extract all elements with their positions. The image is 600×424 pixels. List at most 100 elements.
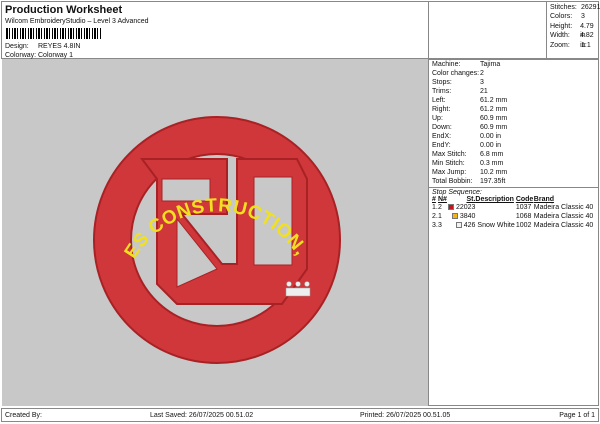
property-value: 60.9 mm <box>480 115 508 122</box>
colorway: Colorway: Colorway 1 <box>5 52 73 59</box>
property-label: EndY: <box>432 142 451 149</box>
needle-number: 2 <box>438 204 442 211</box>
property-row: Right: 61.2 mm <box>432 105 595 114</box>
thread-brand: Madeira Classic 40 <box>533 213 594 220</box>
stitch-count: 22023 <box>447 203 475 212</box>
property-value: 10.2 mm <box>480 169 508 176</box>
stat-label: Colors: <box>550 13 573 21</box>
property-row: Left: 61.2 mm <box>432 96 595 105</box>
column-header: Code <box>515 196 534 203</box>
property-label: Trims: <box>432 88 452 95</box>
properties-panel: Machine: Tajima Color changes: 2 Stops: 3 Trim… <box>428 59 599 406</box>
stat-row: Stitches: 26291 <box>550 3 600 12</box>
property-value: 0.3 mm <box>480 160 504 167</box>
table-row: 1. 2 22023 1037 Madeira Classic 40 <box>432 203 595 212</box>
property-value: 60.9 mm <box>480 124 508 131</box>
page-number: Page 1 of 1 <box>559 411 595 419</box>
property-label: Machine: <box>432 61 461 68</box>
design-name: Design: REYES 4.8IN <box>5 43 80 50</box>
thread-code: 1037 <box>515 204 532 211</box>
color-swatch <box>451 213 458 220</box>
colorway-label: Colorway: <box>5 52 37 59</box>
stitch-value: 3840 <box>459 213 476 220</box>
footer: Created By: Last Saved: 26/07/2025 00.51… <box>1 408 599 422</box>
design-canvas: REYES CONSTRUCTION, LLC <box>0 43 428 406</box>
thread-brand: Madeira Classic 40 <box>533 204 594 211</box>
stop-sequence: Stop Sequence: # N# St. Description Code Bran… <box>429 187 598 231</box>
property-row: EndY: 0.00 in <box>432 141 595 150</box>
stats-box: Stitches: 26291 Colors: 3 Height: 4.79 in Widt… <box>428 1 600 59</box>
property-value: 21 <box>480 88 488 95</box>
stop-sequence-table: # N# St. Description Code Brand 1. 2 22023 1037 Ma… <box>432 196 595 230</box>
property-row: Trims: 21 <box>432 87 595 96</box>
stat-row: Width: 4.82 in <box>550 31 600 49</box>
barcode <box>6 28 101 39</box>
page-title: Production Worksheet <box>5 4 123 16</box>
stop-sequence-title: Stop Sequence: <box>432 189 482 196</box>
property-label: Up: <box>432 115 443 122</box>
property-label: Down: <box>432 124 452 131</box>
property-value: Tajima <box>480 61 501 68</box>
column-header: Description <box>475 196 514 203</box>
stitch-value: 22023 <box>455 204 476 211</box>
design-value: REYES 4.8IN <box>38 43 81 50</box>
thread-code: 1068 <box>515 213 532 220</box>
property-row: Min Stitch: 0.3 mm <box>432 159 595 168</box>
property-value: 61.2 mm <box>480 97 508 104</box>
stat-value: 4.82 in <box>580 32 594 49</box>
property-row: Stops: 3 <box>432 78 595 87</box>
property-label: EndX: <box>432 133 452 140</box>
column-header: St. <box>466 196 476 203</box>
description <box>475 212 515 221</box>
property-value: 0.00 in <box>480 133 502 140</box>
stat-label: Height: <box>550 22 573 30</box>
property-value: 61.2 mm <box>480 106 508 113</box>
stat-label: Zoom: <box>550 41 570 49</box>
property-label: Total Bobbin: <box>432 178 473 185</box>
created-by: Created By: <box>5 411 42 419</box>
stat-label: Width: <box>550 32 570 40</box>
stitch-count: 3840 <box>447 212 475 221</box>
property-value: 197.35ft <box>480 178 506 185</box>
property-label: Right: <box>432 106 451 113</box>
table-row: 2. 1 3840 1068 Madeira Classic 40 <box>432 212 595 221</box>
property-row: EndX: 0.00 in <box>432 132 595 141</box>
color-swatch <box>455 222 462 229</box>
property-label: Min Stitch: <box>432 160 465 167</box>
colorway-value: Colorway 1 <box>38 52 74 59</box>
property-value: 3 <box>480 79 484 86</box>
property-row: Color changes: 2 <box>432 69 595 78</box>
needle-number: 1 <box>438 213 442 220</box>
last-saved: Last Saved: 26/07/2025 00.51.02 <box>150 411 254 419</box>
stitch-count: 426 <box>447 221 475 230</box>
color-swatch <box>447 204 454 211</box>
stitch-value: 426 <box>463 222 476 229</box>
printed-date: Printed: 26/07/2025 00.51.05 <box>360 411 451 419</box>
column-header: Brand <box>533 196 555 203</box>
stat-value: 4.79 in <box>580 22 594 40</box>
embroidery-logo: REYES CONSTRUCTION, LLC <box>0 43 341 364</box>
property-value: 6.8 mm <box>480 151 504 158</box>
worksheet-header: Production Worksheet Wilcom EmbroiderySt… <box>1 1 428 59</box>
stat-value: 1:1 <box>581 41 591 49</box>
thread-brand: Madeira Classic 40 <box>533 222 594 229</box>
property-row: Machine: Tajima <box>432 60 595 69</box>
needle-number: 3 <box>438 222 442 229</box>
property-label: Left: <box>432 97 446 104</box>
design-label: Design: <box>5 43 29 50</box>
property-label: Color changes: <box>432 70 480 77</box>
stat-value: 26291 <box>581 4 600 11</box>
property-row: Max Jump: 10.2 mm <box>432 168 595 177</box>
property-value: 2 <box>480 70 484 77</box>
table-row: 3. 3 426 Snow White 1002 Madeira Classic 40 <box>432 221 595 230</box>
thread-code: 1002 <box>515 222 532 229</box>
property-label: Max Jump: <box>432 169 467 176</box>
property-row: Up: 60.9 mm <box>432 114 595 123</box>
crown-icon <box>285 281 311 297</box>
property-row: Max Stitch: 6.8 mm <box>432 150 595 159</box>
property-label: Max Stitch: <box>432 151 467 158</box>
stat-row: Height: 4.79 in <box>550 22 600 40</box>
property-value: 0.00 in <box>480 142 502 149</box>
property-label: Stops: <box>432 79 452 86</box>
stat-label: Stitches: <box>550 4 577 11</box>
